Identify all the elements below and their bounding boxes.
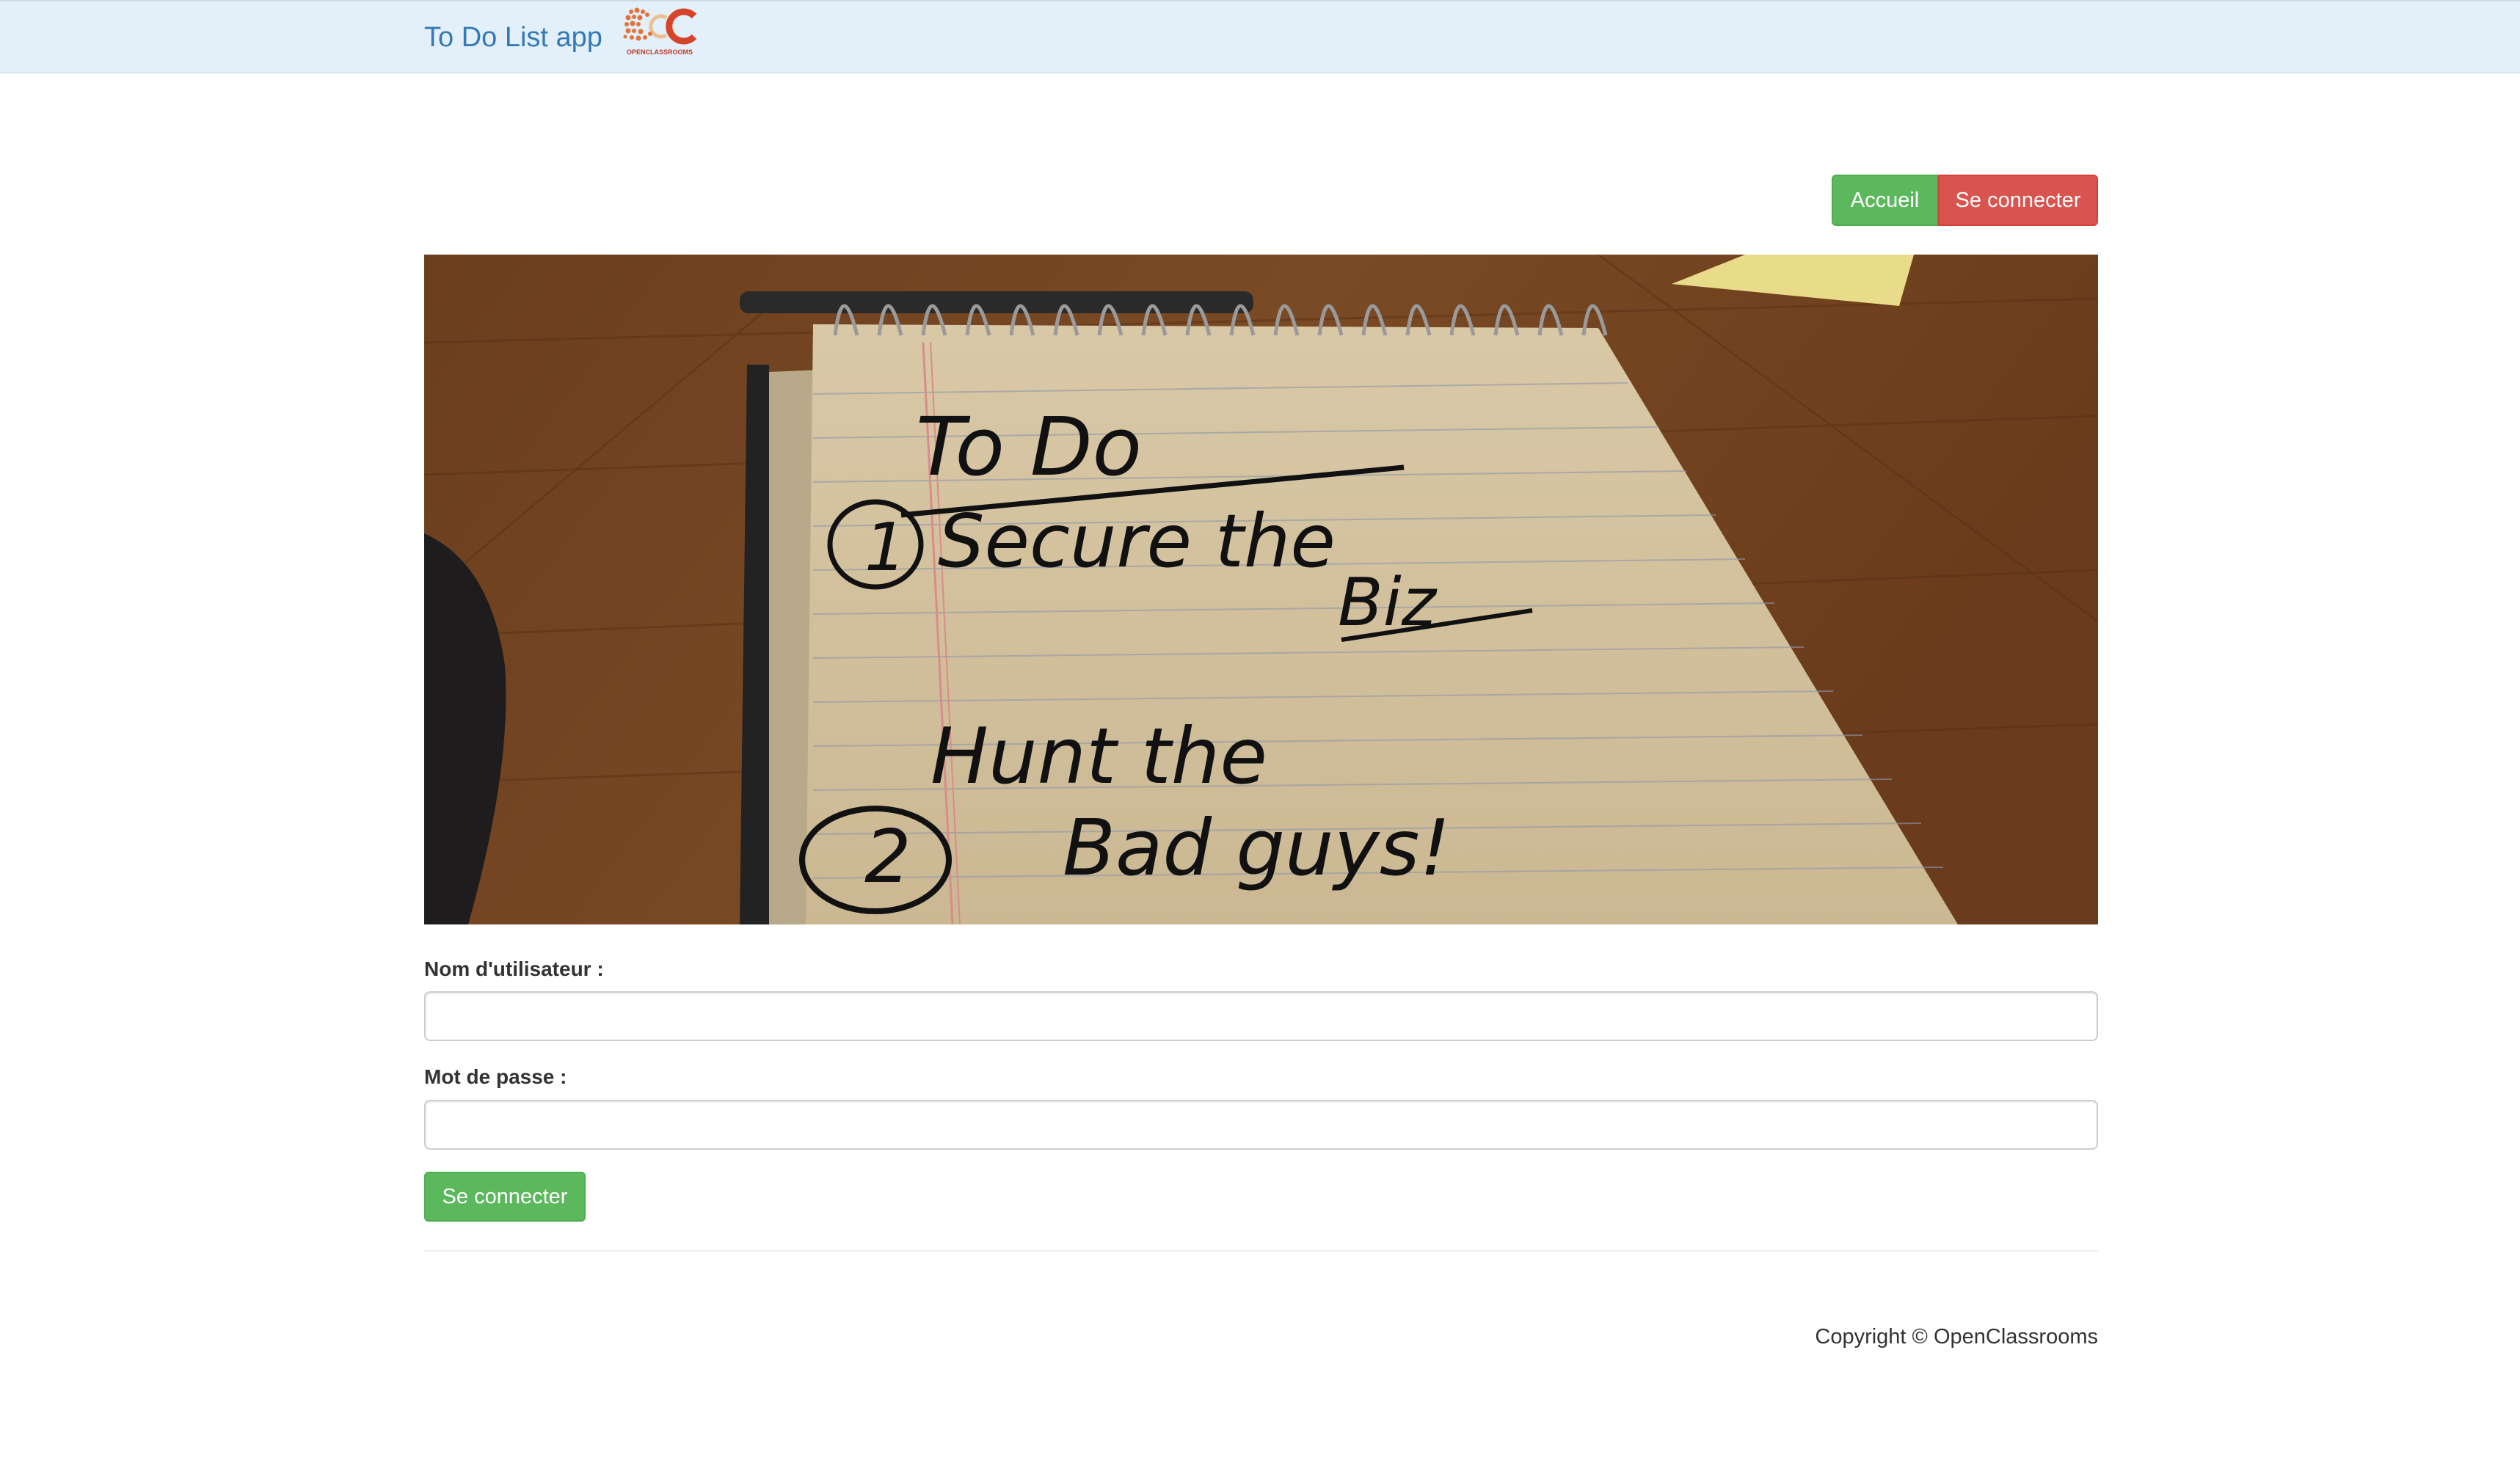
divider [424, 1250, 2098, 1252]
svg-text:Secure the: Secure the [938, 498, 1336, 584]
svg-text:OPENCLASSROOMS: OPENCLASSROOMS [627, 48, 693, 56]
svg-text:1: 1 [864, 509, 906, 586]
svg-text:Hunt the: Hunt the [931, 712, 1267, 801]
footer-copyright: Copyright © OpenClassrooms [1815, 1325, 2098, 1349]
navbar: To Do List app OPENCLASSROOMS [0, 0, 2520, 73]
username-input[interactable] [424, 991, 2098, 1041]
password-input[interactable] [424, 1100, 2098, 1150]
svg-text:To Do: To Do [916, 400, 1142, 494]
brand-link[interactable]: To Do List app [424, 19, 602, 56]
password-label: Mot de passe : [424, 1065, 567, 1088]
svg-text:2: 2 [864, 814, 911, 900]
hero-image: To Do Secure the Biz Hunt the Bad guys! … [424, 255, 2098, 924]
openclassrooms-logo: OPENCLASSROOMS [623, 7, 697, 56]
home-button[interactable]: Accueil [1832, 175, 1938, 226]
submit-login-button[interactable]: Se connecter [424, 1172, 586, 1222]
svg-text:Bad guys!: Bad guys! [1063, 803, 1451, 893]
username-label: Nom d'utilisateur : [424, 957, 604, 980]
login-button[interactable]: Se connecter [1938, 175, 2098, 226]
svg-text:Biz: Biz [1338, 564, 1438, 641]
